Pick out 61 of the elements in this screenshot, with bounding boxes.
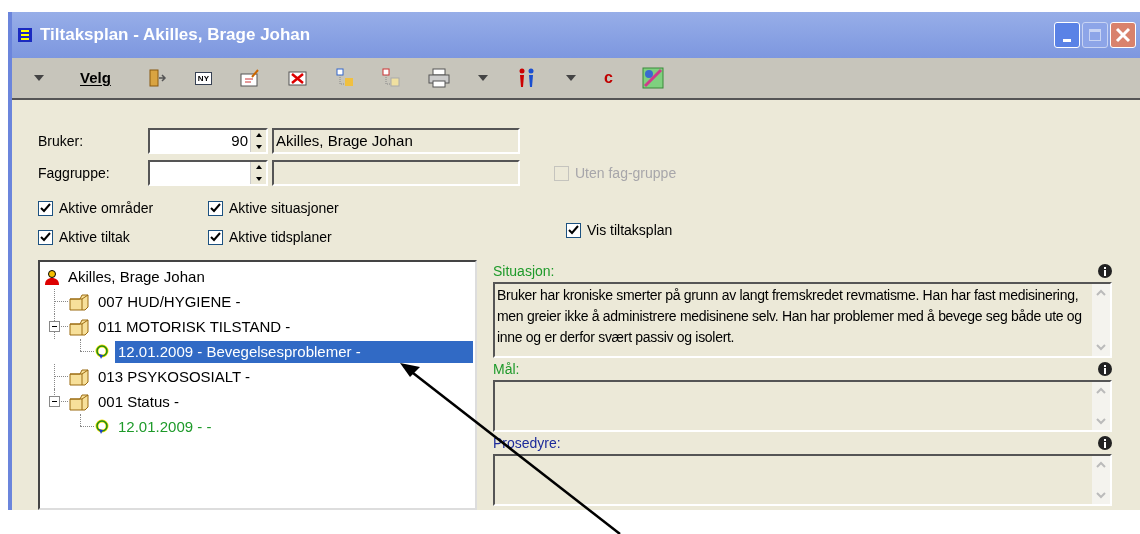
- minimize-button[interactable]: [1054, 22, 1080, 48]
- spin-buttons[interactable]: [250, 130, 266, 152]
- caret-icon[interactable]: [478, 75, 488, 81]
- checkbox[interactable]: [38, 230, 53, 245]
- tree-item[interactable]: 013 PSYKOSOSIALT -: [95, 365, 253, 388]
- new-folder-button[interactable]: NY: [194, 71, 212, 85]
- edit-icon[interactable]: [240, 69, 260, 87]
- caret-icon[interactable]: [34, 75, 44, 81]
- tree-add-icon[interactable]: [336, 68, 354, 88]
- section-label: Mål:: [493, 359, 520, 379]
- tree-item[interactable]: 12.01.2009 - -: [115, 415, 215, 438]
- field-label: Bruker:: [38, 131, 85, 151]
- folder-icon: [68, 367, 90, 386]
- field-label: Faggruppe:: [38, 163, 111, 183]
- app-icon: [18, 28, 32, 42]
- checkbox-label: Vis tiltaksplan: [587, 221, 673, 240]
- group-number-field[interactable]: [148, 160, 268, 186]
- checkbox[interactable]: [208, 230, 223, 245]
- user-name-field: Akilles, Brage Johan: [272, 128, 520, 154]
- cycle-icon: [94, 418, 110, 435]
- tree-item[interactable]: Akilles, Brage Johan: [65, 265, 208, 288]
- checkbox[interactable]: [208, 201, 223, 216]
- user-number-field[interactable]: 90: [148, 128, 268, 154]
- checkbox[interactable]: [566, 223, 581, 238]
- folder-icon: [68, 292, 90, 311]
- cycle-icon: [94, 343, 110, 360]
- tree-item[interactable]: 011 MOTORISK TILSTAND -: [95, 315, 294, 338]
- info-icon[interactable]: [1098, 362, 1112, 376]
- checkbox-label: Aktive tiltak: [59, 228, 130, 247]
- folder-icon: [68, 317, 90, 336]
- text-area[interactable]: [493, 282, 1112, 358]
- collapse-toggle[interactable]: [48, 321, 60, 332]
- spin-buttons[interactable]: [250, 162, 266, 184]
- tree-item[interactable]: 007 HUD/HYGIENE -: [95, 290, 244, 313]
- checkbox-label: Uten fag-gruppe: [575, 163, 677, 183]
- door-icon[interactable]: [146, 68, 167, 88]
- text-area[interactable]: [493, 380, 1112, 432]
- window-title: Tiltaksplan - Akilles, Brage Johan: [40, 24, 312, 47]
- folder-icon: [68, 392, 90, 411]
- tree-remove-icon[interactable]: [382, 68, 400, 88]
- info-icon[interactable]: [1098, 264, 1112, 278]
- collapse-toggle[interactable]: [48, 396, 60, 407]
- person-icon: [44, 268, 60, 285]
- tools-icon[interactable]: [640, 66, 665, 90]
- c-button[interactable]: c: [604, 66, 613, 90]
- section-label: Situasjon:: [493, 261, 555, 281]
- tree-item[interactable]: 12.01.2009 - Bevegelsesproblemer -: [115, 340, 473, 363]
- checkbox[interactable]: [38, 201, 53, 216]
- delete-icon[interactable]: [288, 69, 308, 87]
- printer-icon[interactable]: [428, 68, 450, 88]
- checkbox-label: Aktive situasjoner: [229, 199, 339, 218]
- close-button[interactable]: [1110, 22, 1136, 48]
- tree-item[interactable]: 001 Status -: [95, 390, 182, 413]
- caret-icon[interactable]: [566, 75, 576, 81]
- close-icon: [1115, 27, 1131, 43]
- situation-text: Bruker har kroniske smerter på grunn av langt fremskredet revmatisme. Han har fast medisinering, men greier ikke å administrere medisinene selv. Han har problemer med å bevege seg både ute og inne og er derfor svært passiv og isolert.: [497, 287, 1082, 345]
- text-area[interactable]: [493, 454, 1112, 506]
- select-button[interactable]: Velg: [72, 66, 119, 90]
- checkbox-label: Aktive tidsplaner: [229, 228, 332, 247]
- info-icon[interactable]: [1098, 436, 1112, 450]
- checkbox-label: Aktive områder: [59, 199, 154, 218]
